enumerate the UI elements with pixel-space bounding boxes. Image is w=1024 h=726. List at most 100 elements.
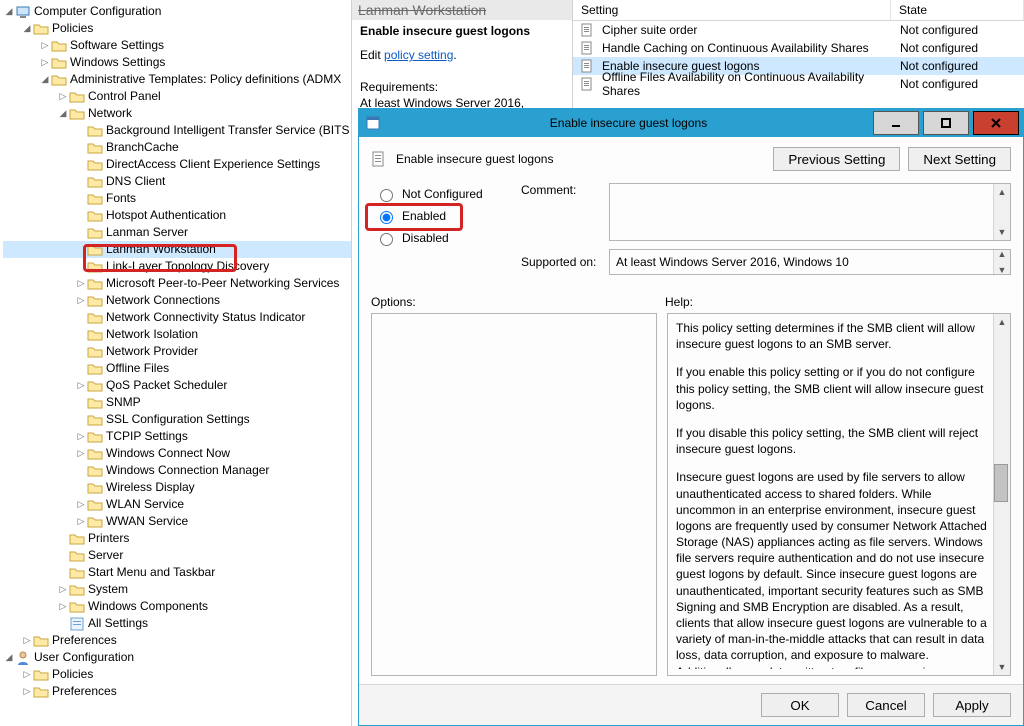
folder-icon <box>87 395 103 411</box>
edit-policy-link[interactable]: policy setting <box>384 48 453 62</box>
requirements-label: Requirements: <box>360 80 564 94</box>
tree-label: Windows Settings <box>70 54 165 71</box>
tree-net-item[interactable]: DNS Client <box>3 173 351 190</box>
tree-net-item[interactable]: ▷WLAN Service <box>3 496 351 513</box>
policy-dialog: Enable insecure guest logons Enable inse… <box>358 108 1024 726</box>
tree-control-panel[interactable]: ▷Control Panel <box>3 88 351 105</box>
tree-printers[interactable]: Printers <box>3 530 351 547</box>
tree-software-settings[interactable]: ▷Software Settings <box>3 37 351 54</box>
tree-windows-settings[interactable]: ▷Windows Settings <box>3 54 351 71</box>
tree-net-item[interactable]: Background Intelligent Transfer Service … <box>3 122 351 139</box>
help-pane[interactable]: This policy setting determines if the SM… <box>667 313 1011 676</box>
tree-net-item[interactable]: SNMP <box>3 394 351 411</box>
settings-row[interactable]: Cipher suite orderNot configured <box>573 21 1024 39</box>
folder-icon <box>33 667 49 683</box>
setting-name: Handle Caching on Continuous Availabilit… <box>602 41 869 55</box>
tree-net-item[interactable]: ▷QoS Packet Scheduler <box>3 377 351 394</box>
tree-label: QoS Packet Scheduler <box>106 377 227 394</box>
tree-system[interactable]: ▷System <box>3 581 351 598</box>
tree-net-item[interactable]: Offline Files <box>3 360 351 377</box>
folder-icon <box>87 497 103 513</box>
tree-net-item[interactable]: ▷WWAN Service <box>3 513 351 530</box>
tree-user-policies[interactable]: ▷Policies <box>3 666 351 683</box>
dialog-buttons: OK Cancel Apply <box>359 684 1023 725</box>
tree-net-item[interactable]: Lanman Server <box>3 224 351 241</box>
setting-state: Not configured <box>894 59 1024 73</box>
folder-icon <box>87 361 103 377</box>
next-setting-button[interactable]: Next Setting <box>908 147 1011 171</box>
nav-tree[interactable]: ◢ Computer Configuration ◢Policies ▷Soft… <box>0 0 352 726</box>
scrollbar[interactable]: ▲▼ <box>993 250 1010 274</box>
tree-net-item[interactable]: ▷Windows Connect Now <box>3 445 351 462</box>
tree-net-item[interactable]: SSL Configuration Settings <box>3 411 351 428</box>
tree-windows-components[interactable]: ▷Windows Components <box>3 598 351 615</box>
scroll-thumb[interactable] <box>994 464 1008 502</box>
folder-icon <box>87 225 103 241</box>
tree-net-item[interactable]: BranchCache <box>3 139 351 156</box>
tree-label: Background Intelligent Transfer Service … <box>106 122 349 139</box>
comment-field[interactable]: ▲▼ <box>609 183 1011 241</box>
options-pane[interactable] <box>371 313 657 676</box>
settings-row[interactable]: Offline Files Availability on Continuous… <box>573 75 1024 93</box>
tree-label: Lanman Workstation <box>106 241 216 258</box>
col-setting[interactable]: Setting <box>573 0 891 20</box>
tree-net-item[interactable]: ▷TCPIP Settings <box>3 428 351 445</box>
tree-net-item[interactable]: ▷Microsoft Peer-to-Peer Networking Servi… <box>3 275 351 292</box>
radio-not-configured[interactable]: Not Configured <box>371 183 521 205</box>
tree-net-item[interactable]: Wireless Display <box>3 479 351 496</box>
settings-row[interactable]: Handle Caching on Continuous Availabilit… <box>573 39 1024 57</box>
tree-network[interactable]: ◢Network <box>3 105 351 122</box>
folder-icon <box>87 140 103 156</box>
tree-net-item[interactable]: Lanman Workstation <box>3 241 351 258</box>
tree-net-item[interactable]: Network Connectivity Status Indicator <box>3 309 351 326</box>
tree-net-item[interactable]: Network Provider <box>3 343 351 360</box>
col-state[interactable]: State <box>891 0 1024 20</box>
detail-crumb: Lanman Workstation <box>352 0 572 20</box>
help-label: Help: <box>665 295 693 309</box>
tree-label: Network Connections <box>106 292 220 309</box>
minimize-button[interactable] <box>873 111 919 135</box>
radio-disabled[interactable]: Disabled <box>371 227 521 249</box>
apply-button[interactable]: Apply <box>933 693 1011 717</box>
cancel-button[interactable]: Cancel <box>847 693 925 717</box>
tree-user-preferences[interactable]: ▷Preferences <box>3 683 351 700</box>
tree-net-item[interactable]: Hotspot Authentication <box>3 207 351 224</box>
tree-policies[interactable]: ◢Policies <box>3 20 351 37</box>
folder-icon <box>87 174 103 190</box>
folder-icon <box>87 276 103 292</box>
folder-icon <box>33 21 49 37</box>
settings-icon <box>69 616 85 632</box>
tree-preferences[interactable]: ▷Preferences <box>3 632 351 649</box>
dialog-titlebar[interactable]: Enable insecure guest logons <box>359 109 1023 137</box>
tree-label: Network <box>88 105 132 122</box>
tree-label: Policies <box>52 666 93 683</box>
options-label: Options: <box>371 295 665 309</box>
folder-icon <box>51 55 67 71</box>
tree-label: Lanman Server <box>106 224 188 241</box>
tree-net-item[interactable]: DirectAccess Client Experience Settings <box>3 156 351 173</box>
tree-start-menu[interactable]: Start Menu and Taskbar <box>3 564 351 581</box>
tree-net-item[interactable]: Fonts <box>3 190 351 207</box>
tree-all-settings[interactable]: All Settings <box>3 615 351 632</box>
tree-net-item[interactable]: Link-Layer Topology Discovery <box>3 258 351 275</box>
previous-setting-button[interactable]: Previous Setting <box>773 147 900 171</box>
ok-button[interactable]: OK <box>761 693 839 717</box>
tree-computer-configuration[interactable]: ◢ Computer Configuration <box>3 3 351 20</box>
radio-enabled[interactable]: Enabled <box>371 205 521 227</box>
tree-net-item[interactable]: ▷Network Connections <box>3 292 351 309</box>
folder-icon <box>87 446 103 462</box>
maximize-button[interactable] <box>923 111 969 135</box>
folder-icon <box>87 191 103 207</box>
tree-user-configuration[interactable]: ◢User Configuration <box>3 649 351 666</box>
policy-icon <box>371 151 387 167</box>
folder-icon <box>69 106 85 122</box>
tree-net-item[interactable]: Windows Connection Manager <box>3 462 351 479</box>
tree-label: Policies <box>52 20 93 37</box>
tree-server[interactable]: Server <box>3 547 351 564</box>
setting-state: Not configured <box>894 23 1024 37</box>
scrollbar[interactable]: ▲▼ <box>993 184 1010 240</box>
folder-icon <box>87 429 103 445</box>
tree-net-item[interactable]: Network Isolation <box>3 326 351 343</box>
tree-admx[interactable]: ◢Administrative Templates: Policy defini… <box>3 71 351 88</box>
close-button[interactable] <box>973 111 1019 135</box>
